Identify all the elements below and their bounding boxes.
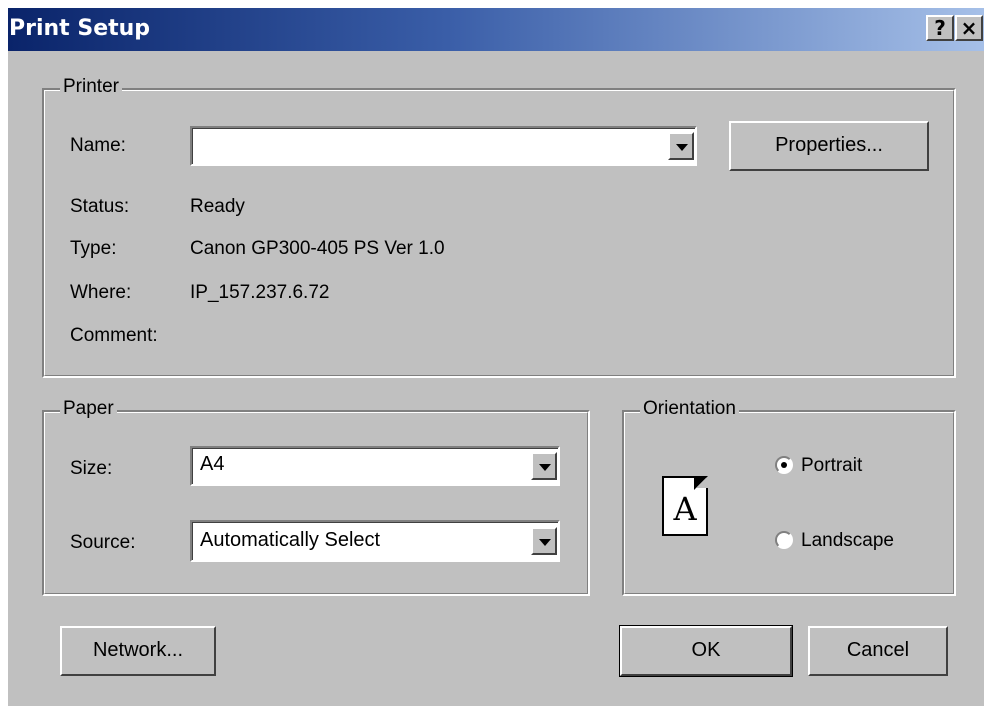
type-label: Type: xyxy=(70,238,117,259)
ok-button[interactable]: OK xyxy=(619,625,793,677)
comment-label: Comment: xyxy=(70,325,158,346)
printer-name-dropdown[interactable] xyxy=(190,126,697,166)
status-value: Ready xyxy=(190,196,245,217)
chevron-down-icon xyxy=(676,144,688,151)
portrait-page-icon: A xyxy=(662,476,708,536)
properties-button-label: Properties... xyxy=(775,134,883,156)
properties-button[interactable]: Properties... xyxy=(729,121,929,171)
dialog-title: Print Setup xyxy=(9,16,151,41)
close-icon: × xyxy=(960,16,978,40)
paper-group: Paper xyxy=(42,398,590,596)
paper-source-dropdown-button[interactable] xyxy=(531,527,557,555)
network-button-label: Network... xyxy=(92,639,184,661)
size-label: Size: xyxy=(70,458,113,479)
landscape-radio[interactable] xyxy=(775,531,793,549)
help-button[interactable]: ? xyxy=(926,15,954,41)
network-button[interactable]: Network... xyxy=(60,626,216,676)
cancel-button-label: Cancel xyxy=(846,639,910,661)
printer-name-dropdown-button[interactable] xyxy=(668,132,694,160)
landscape-label[interactable]: Landscape xyxy=(801,530,894,552)
paper-size-value: A4 xyxy=(200,453,225,475)
portrait-label[interactable]: Portrait xyxy=(801,455,862,477)
paper-source-value: Automatically Select xyxy=(200,529,381,551)
page-letter: A xyxy=(673,490,697,528)
paper-size-dropdown-button[interactable] xyxy=(531,452,557,480)
paper-size-dropdown[interactable]: A4 xyxy=(190,446,560,486)
where-value: IP_157.237.6.72 xyxy=(190,282,330,303)
close-button[interactable]: × xyxy=(955,15,983,41)
paper-source-dropdown[interactable]: Automatically Select xyxy=(190,520,560,562)
help-icon: ? xyxy=(934,16,946,40)
title-bar[interactable]: Print Setup ? × xyxy=(8,8,984,51)
chevron-down-icon xyxy=(539,539,551,546)
source-label: Source: xyxy=(70,532,136,553)
portrait-radio[interactable] xyxy=(775,456,793,474)
chevron-down-icon xyxy=(539,464,551,471)
name-label: Name: xyxy=(70,135,126,156)
paper-group-legend: Paper xyxy=(60,398,117,420)
type-value: Canon GP300-405 PS Ver 1.0 xyxy=(190,238,445,259)
orientation-group-legend: Orientation xyxy=(640,398,739,420)
cancel-button[interactable]: Cancel xyxy=(808,626,948,676)
ok-button-label: OK xyxy=(691,639,721,661)
printer-group-legend: Printer xyxy=(60,76,122,98)
radio-selected-dot xyxy=(781,462,787,468)
status-label: Status: xyxy=(70,196,130,217)
where-label: Where: xyxy=(70,282,132,303)
